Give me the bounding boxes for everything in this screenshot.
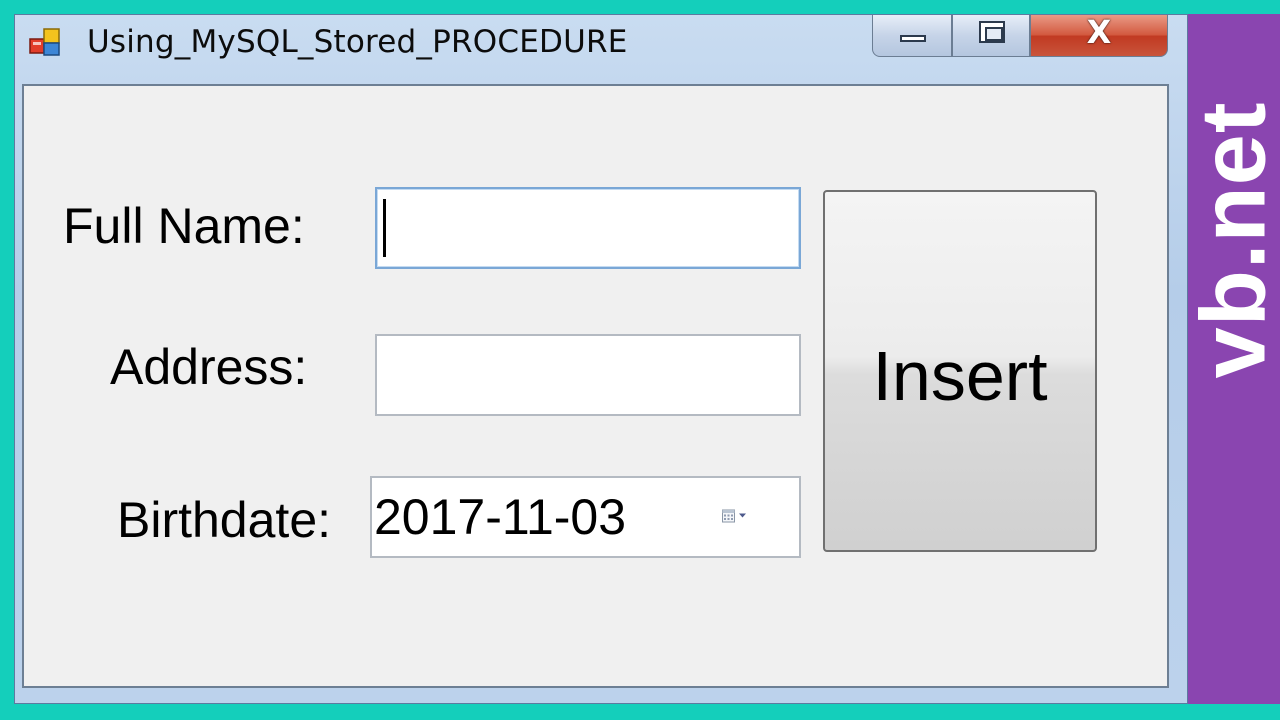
app-window: Using_MySQL_Stored_PROCEDURE X Full Name…: [14, 13, 1188, 704]
insert-button[interactable]: Insert: [823, 190, 1097, 552]
close-icon: X: [1086, 13, 1112, 51]
form-client-area: Full Name: Address: Birthdate: 2017-11-0…: [22, 84, 1169, 688]
window-title: Using_MySQL_Stored_PROCEDURE: [87, 24, 628, 60]
birthdate-picker[interactable]: 2017-11-03: [370, 476, 801, 558]
brand-panel: vb.net: [1183, 14, 1280, 704]
maximize-button[interactable]: [952, 15, 1030, 57]
birthdate-label: Birthdate:: [117, 492, 332, 548]
full-name-label: Full Name:: [63, 198, 305, 254]
calendar-dropdown-icon[interactable]: [722, 502, 750, 530]
full-name-input[interactable]: [375, 187, 801, 269]
text-caret: [383, 199, 386, 257]
title-bar[interactable]: Using_MySQL_Stored_PROCEDURE X: [15, 13, 1187, 81]
birthdate-value: 2017-11-03: [374, 489, 627, 545]
close-button[interactable]: X: [1030, 13, 1168, 57]
address-input[interactable]: [375, 334, 801, 416]
minimize-button[interactable]: [872, 15, 952, 57]
insert-button-label: Insert: [872, 337, 1048, 415]
address-label: Address:: [110, 339, 308, 395]
app-icon: [29, 28, 60, 56]
minimize-icon: [900, 35, 926, 42]
brand-logo-text: vb.net: [1182, 101, 1280, 379]
maximize-icon: [979, 21, 1005, 43]
